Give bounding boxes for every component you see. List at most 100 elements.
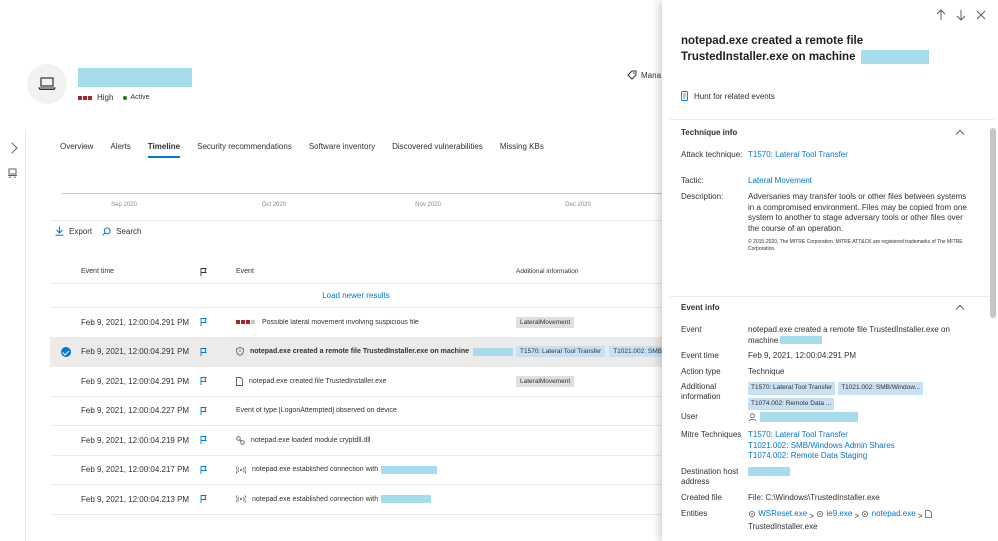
event-field: Event notepad.exe created a remote file … — [681, 325, 971, 346]
selected-check-icon[interactable] — [60, 346, 71, 357]
collapse-chevron-icon[interactable] — [955, 129, 965, 139]
search-button[interactable]: Search — [102, 227, 141, 236]
event-info-heading[interactable]: Event info — [681, 303, 720, 312]
entity-link[interactable]: WSReset.exe — [758, 509, 807, 520]
process-icon — [862, 511, 869, 518]
tactic-label: Tactic: — [681, 176, 704, 185]
next-arrow-icon[interactable] — [954, 9, 968, 21]
tab-discovered-vulnerabilities[interactable]: Discovered vulnerabilities — [392, 142, 483, 158]
divider — [670, 296, 994, 297]
event-value: notepad.exe created a remote file Truste… — [748, 325, 950, 345]
table-row-selected[interactable]: Feb 9, 2021, 12:00:04.291 PM notepad.exe… — [50, 337, 662, 367]
status-dot-icon — [123, 95, 128, 100]
tab-timeline[interactable]: Timeline — [147, 142, 181, 158]
entity-link[interactable]: notepad.exe — [872, 509, 916, 520]
manage-label: Mana — [641, 70, 662, 80]
axis-label: Oct 2020 — [261, 202, 287, 208]
event-time-field: Event time Feb 9, 2021, 12:00:04.291 PM — [681, 351, 971, 362]
info-tag: LateralMovement — [516, 375, 575, 387]
column-event-time[interactable]: Event time — [81, 268, 200, 275]
collapse-chevron-icon[interactable] — [955, 304, 965, 314]
risk-severity-icon — [78, 93, 93, 102]
expand-chevron-icon[interactable] — [6, 142, 18, 154]
table-row[interactable]: Feb 9, 2021, 12:00:04.291 PM Possible la… — [50, 308, 662, 338]
table-row[interactable]: Feb 9, 2021, 12:00:04.291 PM notepad.exe… — [50, 367, 662, 397]
tab-software-inventory[interactable]: Software inventory — [309, 142, 375, 158]
flag-icon[interactable] — [200, 347, 207, 356]
technique-tag[interactable]: T1570: Lateral Tool Transfer — [748, 382, 836, 395]
tactic-link[interactable]: Lateral Movement — [748, 176, 812, 185]
tag-icon — [627, 70, 637, 80]
user-name-redacted[interactable] — [760, 412, 858, 422]
table-row[interactable]: Feb 9, 2021, 12:00:04.213 PM notepad.exe… — [50, 485, 662, 515]
flag-column-icon[interactable] — [200, 267, 207, 276]
tab-overview[interactable]: Overview — [60, 142, 93, 158]
flag-icon[interactable] — [200, 406, 207, 415]
process-icon — [749, 511, 755, 518]
machine-name-redacted — [780, 336, 823, 345]
hunt-related-events-button[interactable]: Hunt for related events — [681, 91, 775, 101]
event-description: notepad.exe created file TrustedInstalle… — [249, 377, 387, 385]
destination-address-redacted[interactable] — [748, 467, 790, 477]
previous-arrow-icon[interactable] — [934, 9, 948, 21]
table-row[interactable]: Feb 9, 2021, 12:00:04.217 PM notepad.exe… — [50, 456, 662, 485]
flag-icon[interactable] — [200, 465, 207, 474]
panel-scrollbar[interactable] — [990, 128, 996, 318]
device-status: Active — [130, 94, 150, 101]
process-icon — [817, 511, 824, 518]
device-status-icon[interactable] — [8, 168, 18, 178]
timeline-axis[interactable]: Sep 2020 Oct 2020 Nov 2020 Dec 2020 — [62, 190, 662, 214]
events-table: Event time Event Additional information … — [50, 260, 662, 515]
event-description: Possible lateral movement involving susp… — [262, 318, 419, 326]
table-row[interactable]: Feb 9, 2021, 12:00:04.219 PM notepad.exe… — [50, 426, 662, 456]
mitre-technique-link[interactable]: T1570: Lateral Tool Transfer — [748, 430, 971, 441]
entities-label: Entities — [681, 509, 708, 518]
event-time: Feb 9, 2021, 12:00:04.291 PM — [81, 317, 190, 327]
event-time: Feb 9, 2021, 12:00:04.213 PM — [81, 494, 190, 504]
column-additional-information[interactable]: Additional information — [516, 268, 662, 275]
load-newer-results-link[interactable]: Load newer results — [50, 284, 662, 308]
tab-missing-kbs[interactable]: Missing KBs — [500, 142, 544, 158]
risk-level: High — [97, 93, 114, 102]
manage-tags-button[interactable]: Mana — [627, 70, 661, 80]
mitre-technique-link[interactable]: T1021.002: SMB/Windows Admin Shares — [748, 441, 971, 452]
module-icon — [236, 436, 245, 445]
event-time: Feb 9, 2021, 12:00:04.217 PM — [81, 465, 190, 475]
file-icon — [924, 510, 932, 519]
technique-info-heading[interactable]: Technique info — [681, 128, 737, 137]
entity-link[interactable]: ie9.exe — [827, 509, 853, 520]
hunt-icon — [681, 91, 688, 101]
created-file-label: Created file — [681, 493, 722, 502]
flag-icon[interactable] — [200, 318, 207, 327]
technique-tag[interactable]: T1074.002: Remote Data ... — [748, 397, 835, 410]
remote-address-redacted — [381, 495, 432, 504]
description-text: Adversaries may transfer tools or other … — [748, 192, 967, 233]
close-icon[interactable] — [974, 9, 988, 21]
axis-label: Dec 2020 — [565, 202, 591, 208]
tab-alerts[interactable]: Alerts — [110, 142, 130, 158]
flag-icon[interactable] — [200, 377, 207, 386]
divider — [50, 220, 662, 221]
action-type-field: Action type Technique — [681, 367, 971, 378]
column-event[interactable]: Event — [236, 268, 516, 275]
export-button[interactable]: Export — [55, 226, 92, 236]
event-description: notepad.exe loaded module cryptdll.dll — [251, 436, 371, 444]
info-tag: T1570: Lateral Tool Transfer — [516, 346, 606, 358]
flag-icon[interactable] — [200, 495, 207, 504]
severity-bars-icon — [236, 320, 256, 325]
axis-label: Nov 2020 — [415, 202, 441, 208]
tab-security-recommendations[interactable]: Security recommendations — [197, 142, 292, 158]
event-description: notepad.exe created a remote file Truste… — [250, 348, 470, 356]
entity-file[interactable]: TrustedInstaller.exe — [748, 522, 818, 531]
flag-icon[interactable] — [200, 436, 207, 445]
user-label: User — [681, 412, 698, 421]
remote-address-redacted — [381, 465, 438, 474]
mitre-technique-link[interactable]: T1074.002: Remote Data Staging — [748, 451, 971, 462]
table-row[interactable]: Feb 9, 2021, 12:00:04.227 PM Event of ty… — [50, 397, 662, 426]
event-time-value: Feb 9, 2021, 12:00:04.291 PM — [748, 351, 857, 360]
search-icon — [102, 226, 111, 236]
machine-name-redacted — [860, 49, 929, 64]
table-header: Event time Event Additional information — [50, 260, 662, 284]
attack-technique-link[interactable]: T1570: Lateral Tool Transfer — [748, 150, 848, 159]
technique-tag[interactable]: T1021.002: SMB/Window... — [838, 382, 923, 395]
